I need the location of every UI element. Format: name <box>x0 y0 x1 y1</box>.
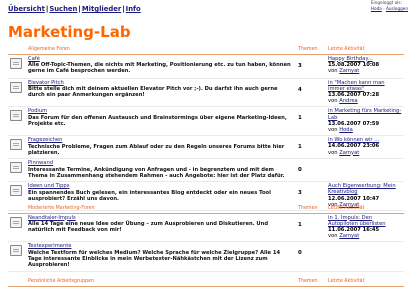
forum-description: Das Forum für den offenen Austausch und … <box>28 114 287 128</box>
forum-description: Technische Probleme, Fragen zum Ablauf o… <box>28 143 285 156</box>
section-title: Allgemeine Foren <box>8 46 297 55</box>
forum-description: Ein spannendes Buch gelesen, ein interes… <box>28 189 271 202</box>
forum-folder-icon <box>10 81 22 93</box>
last-activity-column-header: Letzte Aktivität <box>326 278 405 287</box>
threads-column-header: Themen <box>296 278 327 287</box>
forum-description: Alle 14 Tage eine neue Idee oder Übung –… <box>28 221 269 234</box>
nav-separator: | <box>78 5 81 13</box>
last-post-by: von <box>328 233 338 240</box>
forum-row: Neandtaler-Impuls Alle 14 Tage eine neue … <box>8 213 404 243</box>
forum-thread-count: 4 <box>296 78 327 108</box>
nav-members-link[interactable]: Mitglieder <box>82 5 121 13</box>
forum-name-link[interactable]: Elevator Pitch <box>28 80 294 87</box>
forum-row: Pinnwand Interessante Termine, Ankündigun… <box>8 158 405 183</box>
last-post-link[interactable]: in 1. Impuls: Den Autopiloten überlisten <box>328 215 402 227</box>
nav-separator: | <box>45 5 49 13</box>
nav-separator: | <box>122 5 125 13</box>
forum-name-link[interactable]: Pinnwand <box>28 160 294 167</box>
forum-folder-icon <box>10 57 22 69</box>
last-activity-column-header: Letzte Aktivität <box>326 205 404 214</box>
last-activity-column-header: Letzte Aktivität <box>326 46 405 55</box>
section-moderated-forums: Moderierte Marketing-Foren Themen Letzte… <box>8 205 404 272</box>
forum-folder-icon <box>10 162 22 174</box>
forum-folder-icon <box>10 139 22 151</box>
section-title: Persönliche Arbeitsgruppen <box>8 278 297 287</box>
forum-row: Fragezeichen Technische Probleme, Fragen … <box>8 135 405 160</box>
last-post-user-link[interactable]: Zamyat <box>339 150 359 156</box>
section-title: Moderierte Marketing-Foren <box>8 205 296 214</box>
forum-description: Alle Off-Topic-Themen, die nichts mit Ma… <box>28 62 291 75</box>
login-status: Eingeloggt als: Hoda - Ausloggen <box>370 0 408 11</box>
nav-info-link[interactable]: Info <box>126 5 141 13</box>
last-post-link[interactable]: in "Machen kann man immer etwas" <box>328 80 402 92</box>
last-post-by: von <box>328 98 338 105</box>
forum-thread-count: 3 <box>296 54 327 79</box>
last-post-user-link[interactable]: Zamyat <box>339 233 359 239</box>
logout-link[interactable]: Ausloggen <box>386 6 408 11</box>
last-post-user-link[interactable]: Zamyat <box>339 68 359 74</box>
forum-name-link[interactable]: Café <box>28 56 294 63</box>
login-label: Eingeloggt als: <box>370 0 402 5</box>
forum-name-link[interactable]: Podium <box>28 108 294 115</box>
nav-search-link[interactable]: Suchen <box>49 5 77 13</box>
last-post-link[interactable]: Auch Eigenwerbung: Mein Kreativblog <box>328 183 402 195</box>
forum-row: Elevator Pitch Bitte stelle dich mit dein… <box>8 78 405 108</box>
forum-folder-icon <box>10 110 22 122</box>
forum-thread-count: 1 <box>296 213 326 243</box>
last-post-user-link[interactable]: Andrea <box>339 98 358 104</box>
forum-name-link[interactable]: Textexperimente <box>28 243 294 250</box>
forum-thread-count: 0 <box>296 158 327 183</box>
section-general-forums: Allgemeine Foren Themen Letzte Aktivität… <box>8 46 405 211</box>
forum-thread-count: 0 <box>296 241 326 272</box>
forum-thread-count: 1 <box>296 135 327 160</box>
threads-column-header: Themen <box>296 205 326 214</box>
section-header: Allgemeine Foren Themen Letzte Aktivität <box>8 46 405 55</box>
last-post-link[interactable]: in Marketing fürs Marketing-Lab <box>328 108 402 120</box>
forum-row: Podium Das Forum für den offenen Austausc… <box>8 106 405 137</box>
site-title: Marketing-Lab <box>8 23 131 41</box>
last-post-by: von <box>328 67 338 74</box>
forum-description: Bitte stelle dich mit deinem aktuellen E… <box>28 86 278 99</box>
forum-folder-icon <box>10 216 22 228</box>
section-header: Moderierte Marketing-Foren Themen Letzte… <box>8 205 404 214</box>
section-header: Persönliche Arbeitsgruppen Themen Letzte… <box>8 278 405 287</box>
last-post-by: von <box>328 126 338 133</box>
forum-folder-icon <box>10 185 22 197</box>
login-user-link[interactable]: Hoda <box>371 6 382 11</box>
forum-description: Interessante Termine, Ankündigung von An… <box>28 166 285 179</box>
last-post-user-link[interactable]: Hoda <box>339 127 353 133</box>
nav-overview-link[interactable]: Übersicht <box>8 5 45 13</box>
forum-name-link[interactable]: Fragezeichen <box>28 137 294 144</box>
top-navigation: Übersicht|Suchen|Mitglieder|Info <box>8 5 141 13</box>
threads-column-header: Themen <box>296 46 327 55</box>
forum-thread-count: 1 <box>296 106 327 137</box>
section-personal-groups: Persönliche Arbeitsgruppen Themen Letzte… <box>8 278 405 287</box>
forum-folder-icon <box>10 245 22 257</box>
forum-row: Textexperimente Welche Textform für welch… <box>8 241 404 272</box>
forum-description: Welche Textform für welches Medium? Welc… <box>28 249 281 269</box>
forum-row: Café Alle Off-Topic-Themen, die nichts mi… <box>8 54 405 79</box>
last-post-by: von <box>328 149 338 156</box>
forum-name-link[interactable]: Ideen und Tipps <box>28 183 294 190</box>
